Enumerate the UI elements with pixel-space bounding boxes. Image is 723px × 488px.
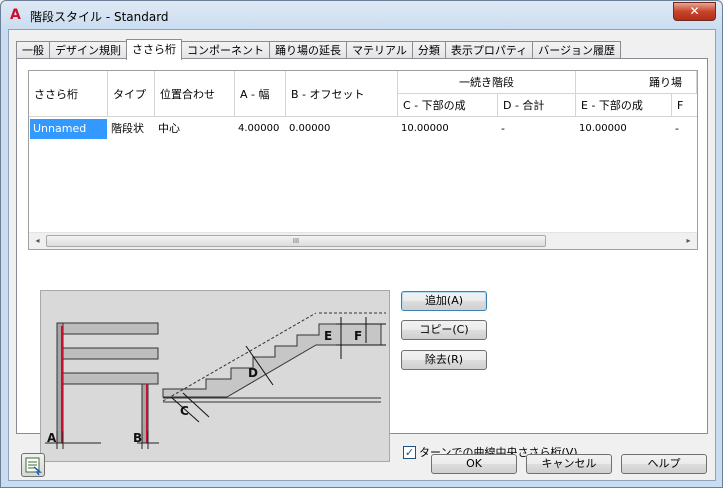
tab-components[interactable]: コンポーネント	[181, 41, 270, 59]
scroll-left-arrow-icon[interactable]: ◂	[29, 233, 46, 249]
cell-b-offset[interactable]: 0.00000	[286, 119, 398, 139]
diagram-label-d: D	[248, 366, 258, 380]
tab-classifications[interactable]: 分類	[411, 41, 446, 59]
header-b-offset[interactable]: B - オフセット	[286, 71, 398, 117]
dialog-window: A 階段スタイル - Standard ✕ 一般 デザイン規則 ささら桁 コンポ…	[0, 0, 723, 488]
curved-center-stringer-checkbox[interactable]: ✓	[403, 445, 416, 459]
dialog-client-area: 一般 デザイン規則 ささら桁 コンポーネント 踊り場の延長 マテリアル 分類 表…	[8, 29, 716, 481]
tab-stringers[interactable]: ささら桁	[126, 39, 182, 60]
header-type[interactable]: タイプ	[108, 71, 155, 117]
tab-general[interactable]: 一般	[16, 41, 50, 59]
diagram-label-c: C	[180, 404, 189, 418]
cell-e-bottom-depth[interactable]: 10.00000	[576, 119, 672, 139]
stringer-diagram: A B E F D C	[40, 290, 390, 462]
cell-type[interactable]: 階段状	[108, 119, 155, 139]
scrollbar-thumb[interactable]: III	[46, 235, 546, 247]
tab-materials[interactable]: マテリアル	[346, 41, 413, 59]
cell-alignment[interactable]: 中心	[155, 119, 235, 139]
cell-a-width[interactable]: 4.00000	[235, 119, 286, 139]
header-c-bottom-depth[interactable]: C - 下部の成	[398, 94, 498, 117]
autocad-app-icon: A	[10, 7, 21, 23]
copy-button[interactable]: コピー(C)	[401, 320, 487, 340]
tab-landing-extensions[interactable]: 踊り場の延長	[269, 41, 347, 59]
diagram-label-e: E	[324, 329, 332, 343]
cancel-button[interactable]: キャンセル	[526, 454, 612, 474]
context-help-button[interactable]	[21, 453, 45, 477]
header-d-total[interactable]: D - 合計	[498, 94, 576, 117]
header-f[interactable]: F	[672, 94, 697, 117]
remove-button[interactable]: 除去(R)	[401, 350, 487, 370]
header-a-width[interactable]: A - 幅	[235, 71, 286, 117]
help-button[interactable]: ヘルプ	[621, 454, 707, 474]
window-title: 階段スタイル - Standard	[30, 10, 169, 24]
header-alignment[interactable]: 位置合わせ	[155, 71, 235, 117]
diagram-label-f: F	[354, 329, 362, 343]
diagram-label-a: A	[47, 431, 57, 445]
stringer-grid-body: ささら桁 タイプ 位置合わせ A - 幅 B - オフセット 一続き階段 踊り場…	[29, 71, 697, 233]
diagram-label-b: B	[133, 431, 142, 445]
cell-d-total[interactable]: -	[498, 119, 576, 139]
horizontal-scrollbar[interactable]: ◂ III ▸	[29, 232, 697, 249]
header-stringer[interactable]: ささら桁	[29, 71, 108, 117]
stringers-tab-panel: ささら桁 タイプ 位置合わせ A - 幅 B - オフセット 一続き階段 踊り場…	[16, 58, 708, 462]
tab-strip: 一般 デザイン規則 ささら桁 コンポーネント 踊り場の延長 マテリアル 分類 表…	[16, 39, 622, 60]
close-button[interactable]: ✕	[673, 2, 716, 21]
header-e-bottom-depth[interactable]: E - 下部の成	[576, 94, 672, 117]
title-bar: A 階段スタイル - Standard ✕	[1, 1, 722, 29]
tab-display-properties[interactable]: 表示プロパティ	[444, 41, 534, 59]
help-document-icon	[25, 457, 43, 476]
header-group-continuous-flight: 一続き階段	[398, 71, 576, 94]
scroll-right-arrow-icon[interactable]: ▸	[680, 233, 697, 249]
add-button[interactable]: 追加(A)	[401, 291, 487, 311]
tab-version-history[interactable]: バージョン履歴	[532, 41, 622, 59]
cell-stringer-name[interactable]: Unnamed	[30, 119, 107, 139]
cell-c-bottom-depth[interactable]: 10.00000	[398, 119, 498, 139]
header-group-landing: 踊り場	[576, 71, 697, 94]
ok-button[interactable]: OK	[431, 454, 517, 474]
stringer-illustration: A B E F D C	[41, 291, 389, 461]
cell-f[interactable]: -	[672, 119, 697, 139]
tab-design-rules[interactable]: デザイン規則	[49, 41, 127, 59]
stringer-grid: ささら桁 タイプ 位置合わせ A - 幅 B - オフセット 一続き階段 踊り場…	[28, 70, 698, 250]
